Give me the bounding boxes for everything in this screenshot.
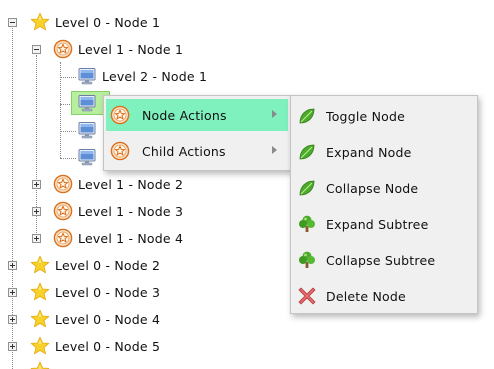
tree-node-partial bbox=[30, 361, 50, 369]
menu-item-label: Delete Node bbox=[326, 288, 406, 304]
collapse-toggle-icon[interactable] bbox=[32, 45, 41, 54]
menu-item-label: Collapse Node bbox=[326, 180, 419, 196]
star-badge-icon bbox=[110, 141, 130, 161]
tree-node[interactable]: Level 0 - Node 4 bbox=[30, 307, 160, 331]
tree-node-selected[interactable] bbox=[77, 91, 97, 115]
expand-toggle-icon[interactable] bbox=[32, 234, 41, 243]
tree-icon bbox=[297, 250, 317, 270]
star-badge-icon bbox=[53, 39, 73, 59]
tree-node-label: Level 1 - Node 2 bbox=[78, 176, 184, 192]
star-icon bbox=[30, 282, 50, 302]
tree-connector bbox=[60, 158, 76, 159]
star-badge-icon bbox=[110, 105, 130, 125]
star-icon bbox=[30, 309, 50, 329]
tree-icon bbox=[297, 214, 317, 234]
tree-node-label: Level 1 - Node 1 bbox=[78, 41, 184, 57]
submenu-arrow-icon bbox=[272, 146, 277, 154]
monitor-icon bbox=[77, 147, 97, 167]
star-icon bbox=[30, 12, 50, 32]
expand-toggle-icon[interactable] bbox=[8, 342, 17, 351]
tree-node[interactable]: Level 1 - Node 1 bbox=[53, 37, 183, 61]
tree-node[interactable]: Level 0 - Node 1 bbox=[30, 10, 160, 34]
star-badge-icon bbox=[53, 201, 73, 221]
expand-toggle-icon[interactable] bbox=[8, 288, 17, 297]
tree-node-label: Level 0 - Node 1 bbox=[55, 14, 161, 30]
monitor-icon bbox=[77, 120, 97, 140]
expand-toggle-icon[interactable] bbox=[8, 315, 17, 324]
expand-toggle-icon[interactable] bbox=[8, 261, 17, 270]
leaf-icon bbox=[297, 142, 317, 162]
menu-item-label: Child Actions bbox=[142, 143, 226, 159]
tree-node-label: Level 0 - Node 4 bbox=[55, 311, 161, 327]
tree-connector bbox=[60, 131, 76, 132]
menu-item-label: Node Actions bbox=[142, 107, 227, 123]
monitor-icon bbox=[77, 66, 97, 86]
leaf-icon bbox=[297, 106, 317, 126]
tree-node[interactable]: Level 2 - Node 1 bbox=[77, 64, 207, 88]
leaf-icon bbox=[297, 178, 317, 198]
star-badge-icon bbox=[53, 228, 73, 248]
context-menu: Node Actions Child Actions bbox=[103, 95, 291, 171]
menu-item-label: Expand Subtree bbox=[326, 216, 429, 232]
submenu-arrow-icon bbox=[272, 110, 277, 118]
menu-item-collapse-subtree[interactable]: Collapse Subtree bbox=[293, 244, 475, 276]
tree-node-label: Level 0 - Node 2 bbox=[55, 257, 161, 273]
menu-item-label: Collapse Subtree bbox=[326, 252, 436, 268]
tree-node[interactable]: Level 1 - Node 4 bbox=[53, 226, 183, 250]
tree-node[interactable]: Level 0 - Node 3 bbox=[30, 280, 160, 304]
menu-item-expand-node[interactable]: Expand Node bbox=[293, 136, 475, 168]
tree-node-label: Level 0 - Node 5 bbox=[55, 338, 161, 354]
tree-node[interactable]: Level 0 - Node 5 bbox=[30, 334, 160, 358]
expand-toggle-icon[interactable] bbox=[32, 180, 41, 189]
delete-x-icon bbox=[297, 286, 317, 306]
tree-node[interactable]: Level 1 - Node 2 bbox=[53, 172, 183, 196]
tree-node-label: Level 1 - Node 4 bbox=[78, 230, 184, 246]
star-icon bbox=[30, 336, 50, 356]
tree-node[interactable]: Level 0 - Node 2 bbox=[30, 253, 160, 277]
menu-item-collapse-node[interactable]: Collapse Node bbox=[293, 172, 475, 204]
monitor-icon bbox=[77, 93, 97, 113]
star-badge-icon bbox=[53, 174, 73, 194]
submenu: Toggle Node Expand Node Collapse Node Ex… bbox=[290, 95, 478, 314]
tree-connector bbox=[60, 77, 76, 78]
star-icon bbox=[30, 255, 50, 275]
menu-item-child-actions[interactable]: Child Actions bbox=[106, 135, 288, 167]
tree-node[interactable]: Level 1 - Node 3 bbox=[53, 199, 183, 223]
tree-node-label: Level 2 - Node 1 bbox=[102, 68, 208, 84]
tree-node-label: Level 1 - Node 3 bbox=[78, 203, 184, 219]
expand-toggle-icon[interactable] bbox=[32, 207, 41, 216]
tree-node[interactable] bbox=[77, 145, 97, 169]
menu-item-label: Expand Node bbox=[326, 144, 412, 160]
collapse-toggle-icon[interactable] bbox=[8, 18, 17, 27]
menu-item-node-actions[interactable]: Node Actions bbox=[106, 99, 288, 131]
tree-node-label: Level 0 - Node 3 bbox=[55, 284, 161, 300]
tree-node[interactable] bbox=[77, 118, 97, 142]
menu-item-expand-subtree[interactable]: Expand Subtree bbox=[293, 208, 475, 240]
menu-item-label: Toggle Node bbox=[326, 108, 405, 124]
menu-item-delete-node[interactable]: Delete Node bbox=[293, 280, 475, 312]
menu-item-toggle-node[interactable]: Toggle Node bbox=[293, 100, 475, 132]
star-icon bbox=[30, 361, 50, 369]
